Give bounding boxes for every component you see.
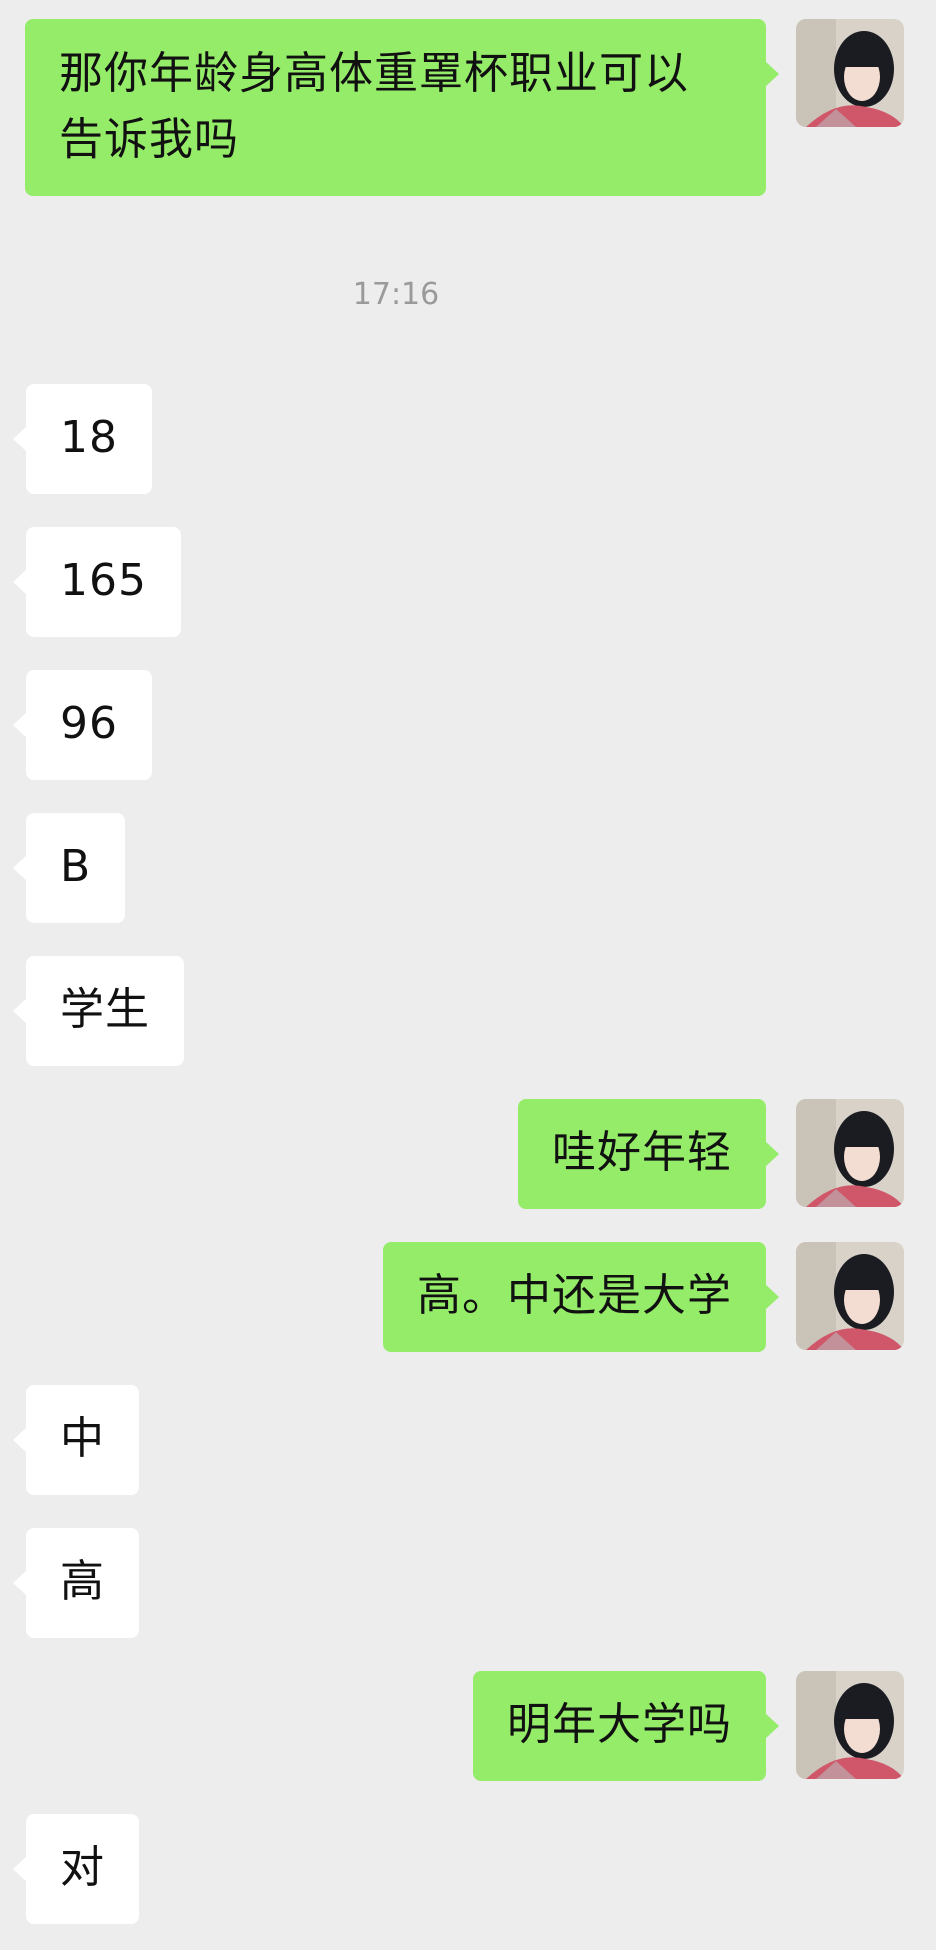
outgoing-message-bubble[interactable]: 高。中还是大学 bbox=[383, 1242, 779, 1352]
avatar-photo-icon bbox=[796, 1099, 904, 1207]
incoming-message-bubble[interactable]: B bbox=[12, 813, 126, 923]
self-avatar[interactable] bbox=[796, 1242, 904, 1350]
incoming-message-bubble[interactable]: 96 bbox=[13, 670, 152, 780]
incoming-message-bubble[interactable]: 学生 bbox=[13, 956, 184, 1066]
timestamp: 17:16 bbox=[352, 277, 440, 312]
incoming-message-bubble[interactable]: 高 bbox=[13, 1528, 139, 1638]
self-avatar[interactable] bbox=[796, 1671, 904, 1779]
avatar-photo-icon bbox=[796, 19, 904, 127]
avatar-photo-icon bbox=[796, 1671, 904, 1779]
chat-message-list: 那你年龄身高体重罩杯职业可以告诉我吗 17:16 18 165 96 B 学生 … bbox=[0, 0, 936, 1950]
incoming-message-bubble[interactable]: 18 bbox=[13, 384, 152, 494]
outgoing-message-bubble[interactable]: 那你年龄身高体重罩杯职业可以告诉我吗 bbox=[25, 19, 779, 196]
avatar-photo-icon bbox=[796, 1242, 904, 1350]
outgoing-message-bubble[interactable]: 明年大学吗 bbox=[473, 1671, 779, 1781]
incoming-message-bubble[interactable]: 165 bbox=[13, 527, 181, 637]
outgoing-message-bubble[interactable]: 哇好年轻 bbox=[518, 1099, 779, 1209]
self-avatar[interactable] bbox=[796, 1099, 904, 1207]
incoming-message-bubble[interactable]: 对 bbox=[13, 1814, 139, 1924]
incoming-message-bubble[interactable]: 中 bbox=[13, 1385, 139, 1495]
self-avatar[interactable] bbox=[796, 19, 904, 127]
